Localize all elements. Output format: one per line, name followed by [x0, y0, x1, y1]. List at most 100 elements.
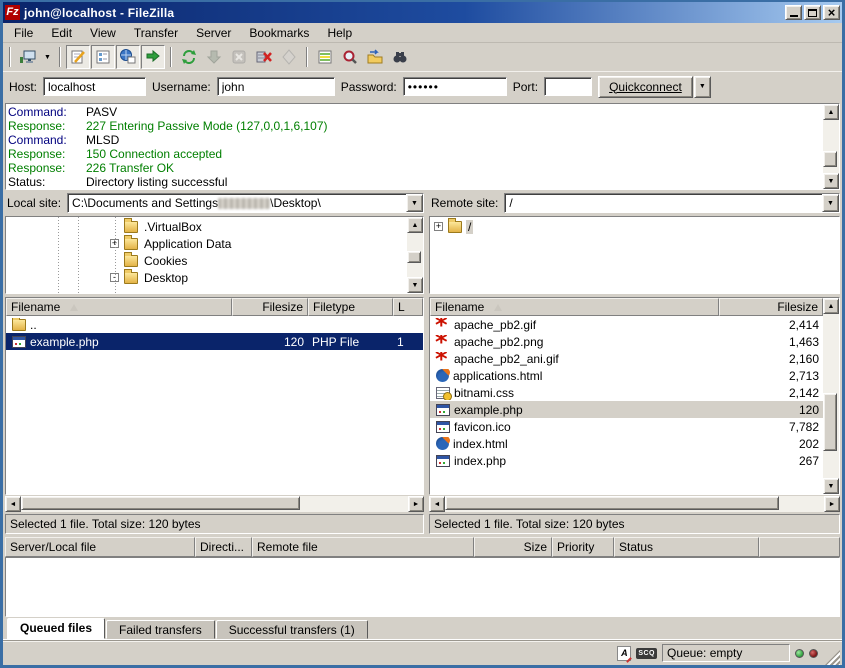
password-input[interactable] — [403, 77, 507, 96]
message-log[interactable]: Command:PASV Response:227 Entering Passi… — [6, 104, 823, 189]
scroll-up-icon[interactable]: ▲ — [407, 217, 423, 233]
local-file-list[interactable]: Filename Filesize Filetype L .. example.… — [6, 298, 423, 494]
disconnect-icon — [255, 48, 273, 66]
file-row[interactable]: apache_pb2.gif2,414 — [430, 316, 823, 333]
site-manager-dropdown[interactable] — [41, 45, 54, 69]
column-header-remote-file[interactable]: Remote file — [252, 537, 474, 557]
cancel-operation-button[interactable] — [227, 45, 251, 69]
column-header-direction[interactable]: Directi... — [195, 537, 252, 557]
column-header-filetype[interactable]: Filetype — [308, 298, 393, 316]
scroll-down-icon[interactable]: ▼ — [407, 277, 423, 293]
site-manager-button[interactable] — [16, 45, 40, 69]
file-row-selected[interactable]: example.php 120 PHP File 1 — [6, 333, 423, 350]
scroll-up-icon[interactable]: ▲ — [823, 298, 839, 314]
scroll-down-icon[interactable]: ▼ — [823, 173, 839, 189]
remote-list-scrollbar[interactable]: ▲ ▼ — [823, 298, 839, 494]
host-input[interactable] — [43, 77, 146, 96]
directory-comparison-button[interactable] — [313, 45, 337, 69]
file-row[interactable]: applications.html2,713 — [430, 367, 823, 384]
menu-bookmarks[interactable]: Bookmarks — [240, 24, 318, 42]
filename-search-button[interactable] — [338, 45, 362, 69]
toggle-local-tree-button[interactable] — [91, 45, 115, 69]
port-input[interactable] — [544, 77, 592, 96]
find-files-button[interactable] — [388, 45, 412, 69]
tab-failed-transfers[interactable]: Failed transfers — [106, 620, 215, 639]
log-line: Command:PASV — [8, 105, 821, 119]
column-header-filename[interactable]: Filename — [6, 298, 232, 316]
scrollbar-thumb[interactable] — [407, 251, 421, 263]
minimize-button[interactable] — [785, 5, 802, 20]
remote-root[interactable]: / — [466, 220, 473, 234]
toggle-remote-tree-button[interactable] — [116, 45, 140, 69]
toggle-message-log-button[interactable] — [66, 45, 90, 69]
menu-help[interactable]: Help — [318, 24, 361, 42]
scrollbar-thumb[interactable] — [445, 496, 779, 510]
menu-transfer[interactable]: Transfer — [125, 24, 187, 42]
close-button[interactable] — [823, 5, 840, 20]
remote-directory-tree[interactable]: + / — [430, 217, 839, 293]
scroll-left-icon[interactable]: ◄ — [429, 496, 445, 512]
title-bar[interactable]: Fz john@localhost - FileZilla — [3, 2, 842, 23]
file-row[interactable]: apache_pb2_ani.gif2,160 — [430, 350, 823, 367]
scrollbar-thumb[interactable] — [823, 393, 837, 451]
expand-icon[interactable]: + — [434, 222, 443, 231]
file-row[interactable]: index.html202 — [430, 435, 823, 452]
scrollbar-thumb[interactable] — [21, 496, 300, 510]
menu-view[interactable]: View — [81, 24, 125, 42]
quickconnect-button[interactable]: Quickconnect — [598, 76, 693, 98]
local-tree-scrollbar[interactable]: ▲ ▼ — [407, 217, 423, 293]
column-header-priority[interactable]: Priority — [552, 537, 614, 557]
maximize-button[interactable] — [804, 5, 821, 20]
remote-site-combo[interactable]: / — [504, 193, 840, 213]
scroll-right-icon[interactable]: ► — [408, 496, 424, 512]
scroll-left-icon[interactable]: ◄ — [5, 496, 21, 512]
column-header-filesize[interactable]: Filesize — [719, 298, 823, 316]
scrollbar-thumb[interactable] — [823, 151, 837, 167]
local-hscrollbar[interactable]: ◄ ► — [5, 496, 424, 512]
remote-hscrollbar[interactable]: ◄ ► — [429, 496, 840, 512]
column-header-last-modified[interactable]: L — [393, 298, 423, 316]
username-input[interactable] — [217, 77, 335, 96]
toggle-transfer-queue-button[interactable] — [141, 45, 165, 69]
process-queue-button[interactable] — [202, 45, 226, 69]
tab-queued-files[interactable]: Queued files — [7, 618, 105, 639]
file-row-selected[interactable]: example.php120 — [430, 401, 823, 418]
tab-successful-transfers[interactable]: Successful transfers (1) — [216, 620, 368, 639]
file-row[interactable]: .. — [6, 316, 423, 333]
synchronized-browsing-button[interactable] — [363, 45, 387, 69]
column-header-filename[interactable]: Filename — [430, 298, 719, 316]
file-row[interactable]: apache_pb2.png1,463 — [430, 333, 823, 350]
log-scrollbar[interactable]: ▲ ▼ — [823, 104, 839, 189]
local-directory-tree[interactable]: .VirtualBox +Application Data Cookies -D… — [6, 217, 407, 293]
chevron-down-icon[interactable] — [822, 194, 839, 212]
column-header-status[interactable]: Status — [614, 537, 759, 557]
remote-file-list[interactable]: Filename Filesize apache_pb2.gif2,414 ap… — [430, 298, 823, 494]
toolbar — [3, 43, 842, 71]
chevron-down-icon[interactable] — [406, 194, 423, 212]
tree-item[interactable]: +Application Data — [6, 235, 407, 252]
abort-button[interactable] — [277, 45, 301, 69]
resize-grip[interactable] — [825, 650, 840, 665]
file-row[interactable]: bitnami.css2,142 — [430, 384, 823, 401]
menu-file[interactable]: File — [5, 24, 42, 42]
quickconnect-dropdown[interactable] — [694, 76, 711, 98]
tree-item[interactable]: Cookies — [6, 252, 407, 269]
file-row[interactable]: index.php267 — [430, 452, 823, 469]
disconnect-button[interactable] — [252, 45, 276, 69]
scroll-up-icon[interactable]: ▲ — [823, 104, 839, 120]
menu-server[interactable]: Server — [187, 24, 240, 42]
scroll-down-icon[interactable]: ▼ — [823, 478, 839, 494]
file-row[interactable]: favicon.ico7,782 — [430, 418, 823, 435]
column-header-server-local-file[interactable]: Server/Local file — [5, 537, 195, 557]
toolbar-separator — [59, 47, 61, 67]
column-header-filesize[interactable]: Filesize — [232, 298, 308, 316]
tree-item[interactable]: -Desktop — [6, 269, 407, 286]
tree-item[interactable]: + / — [430, 218, 839, 235]
tree-item[interactable]: .VirtualBox — [6, 218, 407, 235]
refresh-button[interactable] — [177, 45, 201, 69]
column-header-size[interactable]: Size — [474, 537, 552, 557]
menu-edit[interactable]: Edit — [42, 24, 81, 42]
local-site-combo[interactable]: C:\Documents and Settings\Desktop\ — [67, 193, 424, 213]
scroll-right-icon[interactable]: ► — [824, 496, 840, 512]
queue-list[interactable] — [5, 557, 840, 617]
